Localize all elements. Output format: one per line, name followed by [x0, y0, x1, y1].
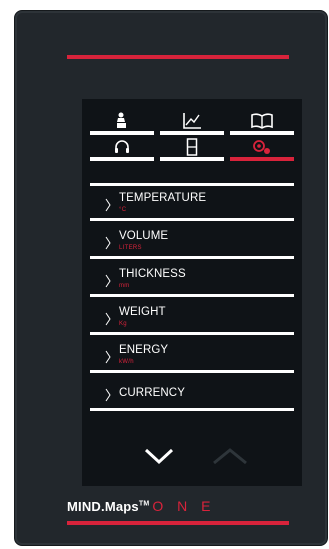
device-mode-button[interactable]	[160, 138, 224, 161]
device-icon	[186, 138, 198, 156]
list-item-unit: LITERS	[119, 245, 142, 251]
chef-hat-icon	[115, 112, 129, 130]
chevron-right-icon	[105, 312, 111, 326]
chevron-right-icon	[105, 388, 111, 402]
chart-icon	[182, 112, 202, 130]
list-item-currency[interactable]: CURRENCY	[90, 376, 294, 411]
list-item-unit: Kg	[119, 321, 127, 327]
list-item-label: THICKNESS	[119, 268, 186, 280]
list-item-unit: mm	[119, 283, 130, 289]
list-item-label: VOLUME	[119, 230, 169, 242]
units-list: TEMPERATURE °C VOLUME LITERS THICKNESS m…	[90, 183, 294, 414]
settings-mode-button[interactable]	[230, 138, 294, 161]
chevron-right-icon	[105, 236, 111, 250]
book-icon	[251, 113, 273, 129]
scroll-down-chevron-icon[interactable]	[144, 447, 174, 465]
list-item-label: WEIGHT	[119, 306, 166, 318]
scroll-up-chevron-icon[interactable]	[212, 447, 248, 465]
list-item-label: ENERGY	[119, 344, 169, 356]
chef-mode-button[interactable]	[90, 111, 154, 135]
display-screen: TEMPERATURE °C VOLUME LITERS THICKNESS m…	[82, 99, 302, 486]
headset-icon	[113, 139, 131, 155]
list-item-energy[interactable]: ENERGY kW/h	[90, 338, 294, 373]
top-accent-bar	[67, 55, 289, 59]
brand-suffix: O N E	[152, 498, 216, 514]
list-item-temperature[interactable]: TEMPERATURE °C	[90, 183, 294, 221]
chevron-right-icon	[105, 350, 111, 364]
list-item-label: CURRENCY	[119, 387, 185, 399]
list-item-thickness[interactable]: THICKNESS mm	[90, 262, 294, 297]
trademark-mark: TM	[138, 500, 150, 508]
settings-gear-icon	[251, 138, 273, 156]
brand-name: MIND.Maps	[67, 499, 139, 514]
list-item-unit: °C	[119, 207, 127, 213]
list-item-unit: kW/h	[119, 359, 134, 365]
brand-logo: MIND.MapsTM O N E	[67, 498, 216, 514]
chevron-right-icon	[105, 274, 111, 288]
list-item-volume[interactable]: VOLUME LITERS	[90, 224, 294, 259]
support-mode-button[interactable]	[90, 138, 154, 161]
list-item-weight[interactable]: WEIGHT Kg	[90, 300, 294, 335]
list-item-label: TEMPERATURE	[119, 192, 207, 204]
book-mode-button[interactable]	[230, 111, 294, 135]
device-frame: TEMPERATURE °C VOLUME LITERS THICKNESS m…	[14, 10, 328, 546]
mode-icon-grid	[90, 111, 294, 161]
chart-mode-button[interactable]	[160, 111, 224, 135]
bottom-accent-bar	[67, 521, 289, 525]
chevron-right-icon	[105, 198, 111, 212]
